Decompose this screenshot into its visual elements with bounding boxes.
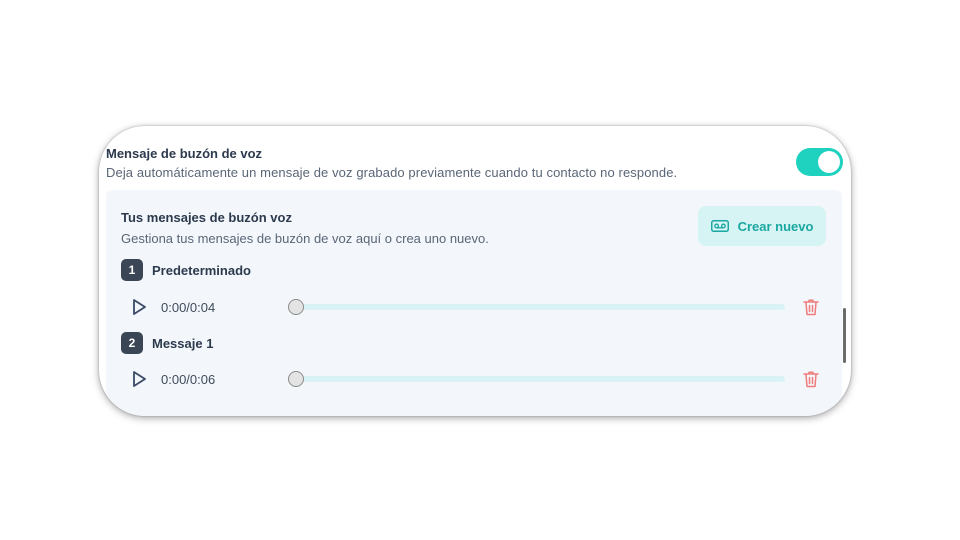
message-header: 1 Predeterminado <box>121 259 251 281</box>
audio-player: 0:00/0:04 <box>121 295 821 319</box>
panel-description: Gestiona tus mensajes de buzón de voz aq… <box>121 231 489 246</box>
create-new-button[interactable]: Crear nuevo <box>698 206 826 246</box>
progress-track[interactable] <box>288 304 785 310</box>
message-number-badge: 2 <box>121 332 143 354</box>
playback-time: 0:00/0:06 <box>161 372 216 387</box>
progress-track[interactable] <box>288 376 785 382</box>
create-new-label: Crear nuevo <box>737 218 814 234</box>
message-name: Predeterminado <box>152 262 251 278</box>
message-number-badge: 1 <box>121 259 143 281</box>
voicemail-icon <box>710 220 729 232</box>
audio-player: 0:00/0:06 <box>121 367 821 391</box>
voicemail-settings-card: Mensaje de buzón de voz Deja automáticam… <box>99 126 851 416</box>
voicemail-messages-panel: Tus mensajes de buzón voz Gestiona tus m… <box>106 190 842 416</box>
voicemail-description: Deja automáticamente un mensaje de voz g… <box>106 165 678 180</box>
playback-time: 0:00/0:04 <box>161 300 216 315</box>
voicemail-title: Mensaje de buzón de voz <box>106 146 263 161</box>
message-name: Messaje 1 <box>152 335 214 351</box>
progress-thumb[interactable] <box>288 371 304 387</box>
play-icon[interactable] <box>129 369 149 389</box>
voicemail-toggle[interactable] <box>796 148 843 176</box>
scrollbar-thumb[interactable] <box>843 308 846 363</box>
trash-icon[interactable] <box>801 369 821 389</box>
message-header: 2 Messaje 1 <box>121 332 213 354</box>
trash-icon[interactable] <box>801 297 821 317</box>
progress-thumb[interactable] <box>288 299 304 315</box>
toggle-knob <box>818 151 840 173</box>
panel-title: Tus mensajes de buzón voz <box>121 210 292 225</box>
play-icon[interactable] <box>129 297 149 317</box>
